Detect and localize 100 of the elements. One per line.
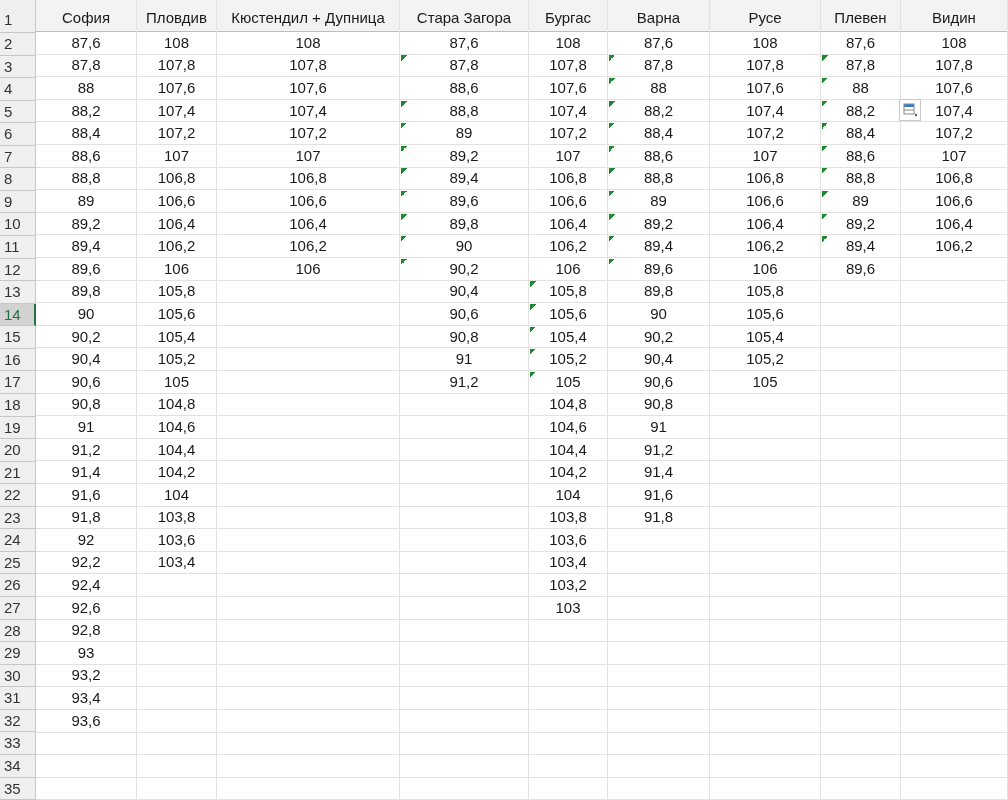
row-header[interactable]: 34 bbox=[0, 754, 36, 778]
table-cell-text: 107,4 bbox=[156, 100, 197, 121]
table-cell-text: 107,2 bbox=[288, 123, 328, 144]
table-cell-text: 103,6 bbox=[156, 529, 197, 550]
table-cell-text: 87,6 bbox=[642, 32, 675, 53]
table-cell-text: 92,4 bbox=[70, 575, 102, 596]
row-header[interactable]: 22 bbox=[0, 484, 36, 507]
table-cell-text: 107,2 bbox=[934, 123, 974, 144]
table-cell-text: 91,2 bbox=[642, 439, 675, 460]
column-header-cell: Варна bbox=[608, 0, 709, 32]
row-header[interactable]: 25 bbox=[0, 551, 36, 575]
row-header[interactable]: 27 bbox=[0, 597, 36, 620]
row-header[interactable]: 20 bbox=[0, 439, 36, 462]
table-cell-text: 105,8 bbox=[156, 281, 197, 302]
table-cell-text: 88,8 bbox=[70, 168, 102, 189]
row-header[interactable]: 18 bbox=[0, 393, 36, 417]
table-cell-text: 106,2 bbox=[288, 236, 328, 257]
row-header[interactable]: 10 bbox=[0, 213, 36, 237]
table-cell-text: 104,2 bbox=[548, 462, 588, 483]
table-cell-text: 90,8 bbox=[70, 394, 102, 415]
table-cell-text: 106,4 bbox=[156, 213, 197, 234]
row-header[interactable]: 17 bbox=[0, 371, 36, 394]
table-cell-text: 87,6 bbox=[70, 32, 102, 53]
table-cell-text: 90,4 bbox=[642, 349, 675, 370]
table-cell-text: 105,6 bbox=[745, 303, 785, 324]
table-cell-text: 91,4 bbox=[642, 462, 675, 483]
column-header-cell: Кюстендил + Дупница bbox=[217, 0, 399, 32]
table-cell-text: 105,8 bbox=[745, 281, 785, 302]
table-cell-text: 106,4 bbox=[934, 213, 974, 234]
row-header[interactable]: 4 bbox=[0, 78, 36, 101]
table-cell-text: 106 bbox=[294, 258, 322, 279]
table-cell-text: 105,6 bbox=[156, 303, 197, 324]
table-cell-text: 107 bbox=[163, 145, 190, 166]
row-header[interactable]: 16 bbox=[0, 348, 36, 372]
row-header[interactable]: 9 bbox=[0, 190, 36, 214]
row-header[interactable]: 33 bbox=[0, 732, 36, 755]
table-cell-text: 87,6 bbox=[844, 32, 877, 53]
table-cell-text: 103,4 bbox=[548, 552, 588, 573]
row-header[interactable]: 7 bbox=[0, 145, 36, 169]
table-cell-text: 106,8 bbox=[934, 168, 974, 189]
table-cell-text: 104,2 bbox=[156, 462, 197, 483]
table-cell-text: 105 bbox=[163, 371, 190, 392]
row-header[interactable]: 11 bbox=[0, 236, 36, 259]
table-cell-text: 104 bbox=[163, 484, 190, 505]
table-cell-text: 108 bbox=[751, 32, 779, 53]
table-cell-text: 91 bbox=[454, 349, 474, 370]
table-cell-text: 106,4 bbox=[745, 213, 785, 234]
row-header[interactable]: 6 bbox=[0, 123, 36, 146]
table-cell-text: 90 bbox=[76, 303, 96, 324]
row-header[interactable]: 8 bbox=[0, 168, 36, 191]
row-header[interactable]: 1 bbox=[0, 0, 36, 33]
table-cell-text: 107,2 bbox=[548, 123, 588, 144]
table-cell-text: 90 bbox=[649, 303, 668, 324]
table-cell-text: 106,4 bbox=[288, 213, 328, 234]
table-cell-text: 104,4 bbox=[548, 439, 588, 460]
column-header-cell: Видин bbox=[901, 0, 1007, 32]
column-header-cell: Плевен bbox=[821, 0, 900, 32]
table-cell-text: 107,4 bbox=[548, 100, 588, 121]
row-header[interactable]: 30 bbox=[0, 664, 36, 688]
table-cell-text: 107,8 bbox=[156, 55, 197, 76]
table-cell-text: 92,2 bbox=[70, 552, 102, 573]
table-cell-text: 91,2 bbox=[70, 439, 102, 460]
table-cell-text: 90,2 bbox=[70, 326, 102, 347]
table-cell-text: 87,6 bbox=[448, 32, 480, 53]
table-cell-text: 90,4 bbox=[70, 349, 102, 370]
row-header[interactable]: 15 bbox=[0, 326, 36, 349]
table-cell-text: 107,8 bbox=[745, 55, 785, 76]
table-cell-text: 107,8 bbox=[288, 55, 328, 76]
column-header-cell: Русе bbox=[710, 0, 820, 32]
row-header[interactable]: 12 bbox=[0, 258, 36, 282]
row-header[interactable]: 3 bbox=[0, 55, 36, 79]
table-cell-text: 107,2 bbox=[156, 123, 197, 144]
row-header[interactable]: 24 bbox=[0, 529, 36, 552]
row-header[interactable]: 2 bbox=[0, 32, 36, 56]
table-cell-text: 92,6 bbox=[70, 597, 102, 618]
table-cell-text: 106 bbox=[163, 258, 190, 279]
table-cell-text: 107,6 bbox=[745, 78, 785, 98]
table-cell-text: 88 bbox=[76, 78, 96, 98]
paste-options-icon[interactable] bbox=[899, 99, 921, 121]
row-header[interactable]: 32 bbox=[0, 709, 36, 733]
table-cell-text: 91 bbox=[76, 416, 96, 437]
row-header[interactable]: 35 bbox=[0, 777, 36, 800]
row-header[interactable]: 14 bbox=[0, 303, 36, 327]
table-cell-text: 93,6 bbox=[70, 710, 102, 731]
table-cell-text: 106,2 bbox=[745, 236, 785, 257]
row-header[interactable]: 29 bbox=[0, 642, 36, 665]
table-cell-text: 103,2 bbox=[548, 575, 588, 596]
row-header[interactable]: 23 bbox=[0, 506, 36, 530]
row-header[interactable]: 26 bbox=[0, 574, 36, 598]
row-header[interactable]: 5 bbox=[0, 100, 36, 124]
row-header[interactable]: 13 bbox=[0, 281, 36, 304]
table-cell-text: 106,6 bbox=[745, 190, 785, 211]
table-cell-text: 105,2 bbox=[745, 349, 785, 370]
row-header[interactable]: 21 bbox=[0, 461, 36, 485]
table-cell-text: 92 bbox=[76, 529, 96, 550]
table-cell-text: 91,6 bbox=[70, 484, 102, 505]
table-cell-text: 91,4 bbox=[70, 462, 102, 483]
row-header[interactable]: 31 bbox=[0, 687, 36, 710]
row-header[interactable]: 28 bbox=[0, 619, 36, 643]
row-header[interactable]: 19 bbox=[0, 416, 36, 440]
